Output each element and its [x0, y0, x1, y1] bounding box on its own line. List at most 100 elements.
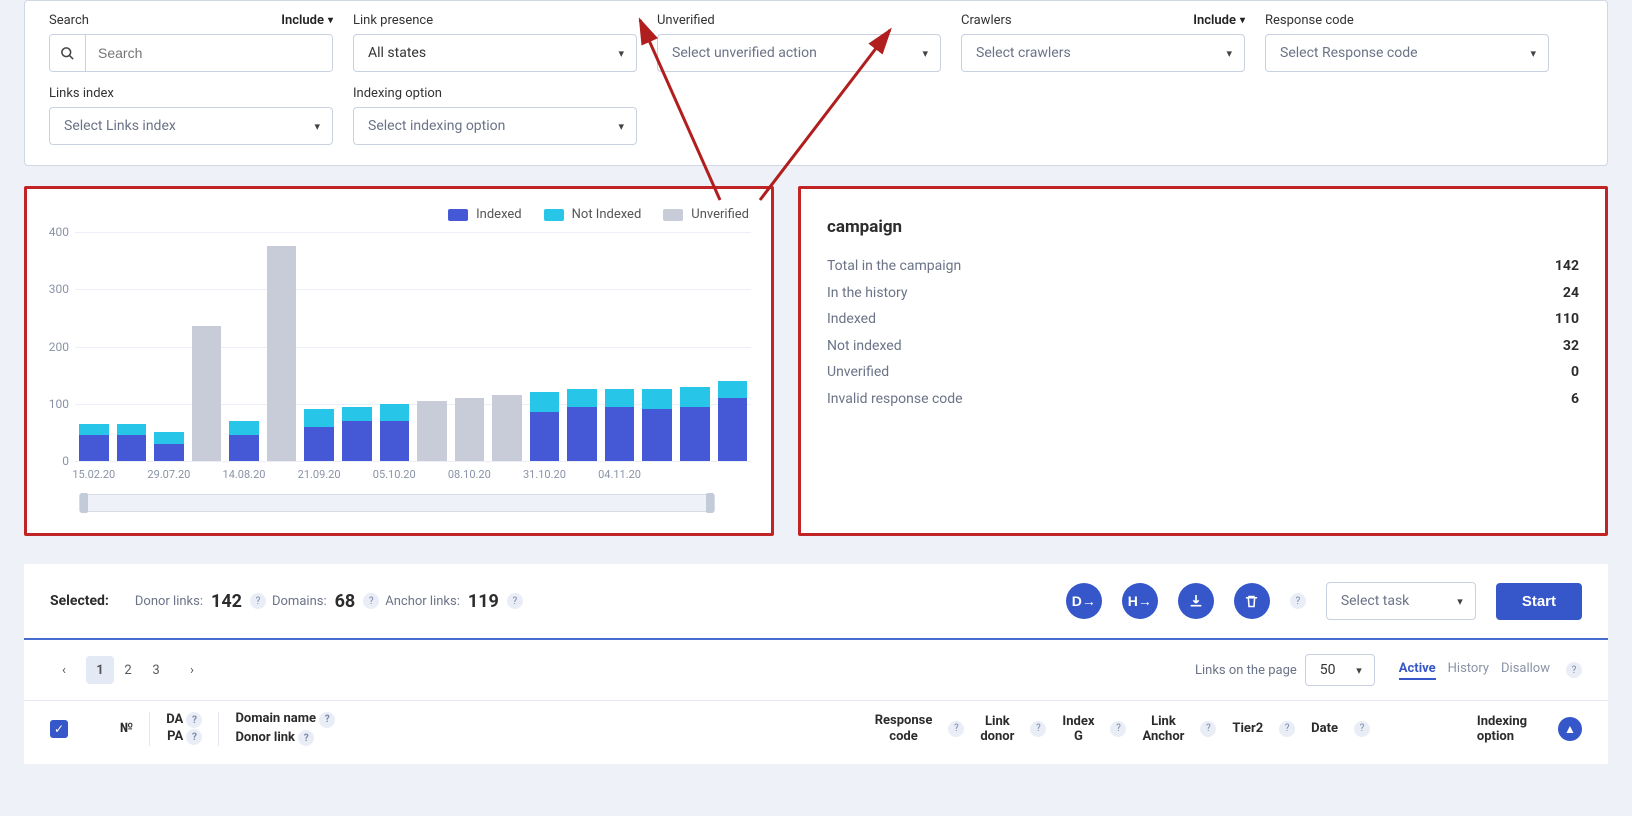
actions-help-icon[interactable]: ? — [1290, 593, 1306, 609]
scroll-top-button[interactable]: ▲ — [1558, 717, 1582, 741]
chart-bar[interactable] — [417, 232, 447, 461]
da-help-icon[interactable]: ? — [186, 712, 202, 728]
col-num[interactable]: № — [120, 721, 133, 736]
filter-link-presence-group: Link presence All states — [353, 13, 637, 72]
chart-bar[interactable] — [492, 232, 522, 461]
stat-help-icon[interactable]: ? — [507, 593, 523, 609]
col-link-donor[interactable]: Linkdonor — [980, 714, 1014, 744]
chart-bar[interactable] — [229, 232, 259, 461]
campaign-row-value: 32 — [1563, 333, 1579, 360]
col-tier2[interactable]: Tier2 — [1232, 721, 1263, 736]
pa-help-icon[interactable]: ? — [186, 729, 202, 745]
search-include-toggle[interactable]: Include — [281, 13, 333, 28]
chart-bar[interactable] — [117, 232, 147, 461]
links-on-page-select[interactable]: 50 — [1305, 654, 1375, 686]
filter-link-presence-label: Link presence — [353, 13, 433, 28]
start-button[interactable]: Start — [1496, 583, 1582, 620]
pager-page[interactable]: 2 — [114, 656, 142, 684]
chart-bar[interactable] — [455, 232, 485, 461]
tabs-help-icon[interactable]: ? — [1566, 662, 1582, 678]
chart-bar[interactable] — [680, 232, 710, 461]
pager-page[interactable]: 3 — [142, 656, 170, 684]
tab-active[interactable]: Active — [1399, 661, 1436, 680]
campaign-row-value: 110 — [1555, 306, 1579, 333]
col-date[interactable]: Date — [1311, 721, 1338, 736]
chart-bar[interactable] — [530, 232, 560, 461]
date-help-icon[interactable]: ? — [1354, 721, 1370, 737]
response-code-select[interactable]: Select Response code — [1265, 34, 1549, 72]
stat-help-icon[interactable]: ? — [363, 593, 379, 609]
link-anchor-help-icon[interactable]: ? — [1200, 721, 1216, 737]
campaign-row: Indexed110 — [827, 306, 1579, 333]
selected-label: Selected: — [50, 593, 109, 609]
legend-not-indexed: Not Indexed — [572, 207, 642, 222]
chart-bar[interactable] — [304, 232, 334, 461]
chart-scrub[interactable] — [79, 494, 715, 512]
indexing-option-select[interactable]: Select indexing option — [353, 107, 637, 145]
col-indexing-option[interactable]: Indexingoption — [1462, 714, 1542, 744]
filter-indexing-option-group: Indexing option Select indexing option — [353, 86, 637, 145]
filter-crawlers-label: Crawlers — [961, 13, 1012, 28]
link-donor-help-icon[interactable]: ? — [1030, 721, 1046, 737]
stat-value: 119 — [468, 591, 499, 612]
col-response-code[interactable]: Responsecode — [875, 713, 933, 744]
campaign-row-value: 0 — [1571, 359, 1579, 386]
tab-history[interactable]: History — [1448, 661, 1489, 680]
trash-icon — [1244, 594, 1259, 609]
stat-help-icon[interactable]: ? — [250, 593, 266, 609]
chart-bar[interactable] — [192, 232, 222, 461]
legend-unverified: Unverified — [691, 207, 749, 222]
action-h-button[interactable]: H→ — [1122, 583, 1158, 619]
pager-prev[interactable]: ‹ — [50, 656, 78, 684]
index-g-help-icon[interactable]: ? — [1110, 721, 1126, 737]
link-presence-select[interactable]: All states — [353, 34, 637, 72]
col-domain-donor: Domain name ? Donor link ? — [235, 711, 555, 746]
filter-indexing-option-label: Indexing option — [353, 86, 442, 101]
task-select[interactable]: Select task — [1326, 582, 1476, 620]
chart-legend: Indexed Not Indexed Unverified — [39, 207, 759, 222]
crawlers-select[interactable]: Select crawlers — [961, 34, 1245, 72]
chart-bar[interactable] — [79, 232, 109, 461]
chart-bar[interactable] — [605, 232, 635, 461]
filter-response-code-group: Response code Select Response code — [1265, 13, 1549, 72]
chart-bar[interactable] — [342, 232, 372, 461]
campaign-row-label: In the history — [827, 280, 907, 307]
campaign-row: Not indexed32 — [827, 333, 1579, 360]
action-d-button[interactable]: D→ — [1066, 583, 1102, 619]
filters-row-1: Search Include Link presence All states … — [49, 13, 1583, 72]
links-index-select[interactable]: Select Links index — [49, 107, 333, 145]
tab-disallow[interactable]: Disallow — [1501, 661, 1550, 680]
campaign-panel: campaign Total in the campaign142In the … — [798, 186, 1608, 536]
filter-unverified-label: Unverified — [657, 13, 715, 28]
campaign-row-value: 6 — [1571, 386, 1579, 413]
chart-xlabel: 15.02.20 — [72, 468, 115, 481]
download-button[interactable] — [1178, 583, 1214, 619]
chart-bar[interactable] — [380, 232, 410, 461]
crawlers-include-toggle[interactable]: Include — [1193, 13, 1245, 28]
chart-bar[interactable] — [267, 232, 297, 461]
search-icon — [50, 35, 86, 71]
chart-xlabel: 31.10.20 — [523, 468, 566, 481]
chart-bar[interactable] — [718, 232, 748, 461]
filter-unverified-group: Unverified Select unverified action — [657, 13, 941, 72]
chart-bar[interactable] — [642, 232, 672, 461]
filters-row-2: Links index Select Links index Indexing … — [49, 86, 1583, 145]
chart-bar[interactable] — [567, 232, 597, 461]
col-index-g[interactable]: IndexG — [1062, 714, 1094, 744]
response-help-icon[interactable]: ? — [948, 721, 964, 737]
pager-next[interactable]: › — [178, 656, 206, 684]
col-link-anchor[interactable]: LinkAnchor — [1142, 714, 1184, 744]
domain-help-icon[interactable]: ? — [319, 712, 335, 728]
pager-page[interactable]: 1 — [86, 656, 114, 684]
chart-area: 0100200300400 — [75, 232, 751, 462]
search-input[interactable] — [86, 35, 332, 71]
delete-button[interactable] — [1234, 583, 1270, 619]
donor-help-icon[interactable]: ? — [298, 730, 314, 746]
tier2-help-icon[interactable]: ? — [1279, 721, 1295, 737]
campaign-title: campaign — [827, 217, 1579, 237]
unverified-select[interactable]: Select unverified action — [657, 34, 941, 72]
select-all-checkbox[interactable]: ✓ — [50, 720, 68, 738]
campaign-row: In the history24 — [827, 280, 1579, 307]
chart-bar[interactable] — [154, 232, 184, 461]
chart-xlabel: 21.09.20 — [298, 468, 341, 481]
